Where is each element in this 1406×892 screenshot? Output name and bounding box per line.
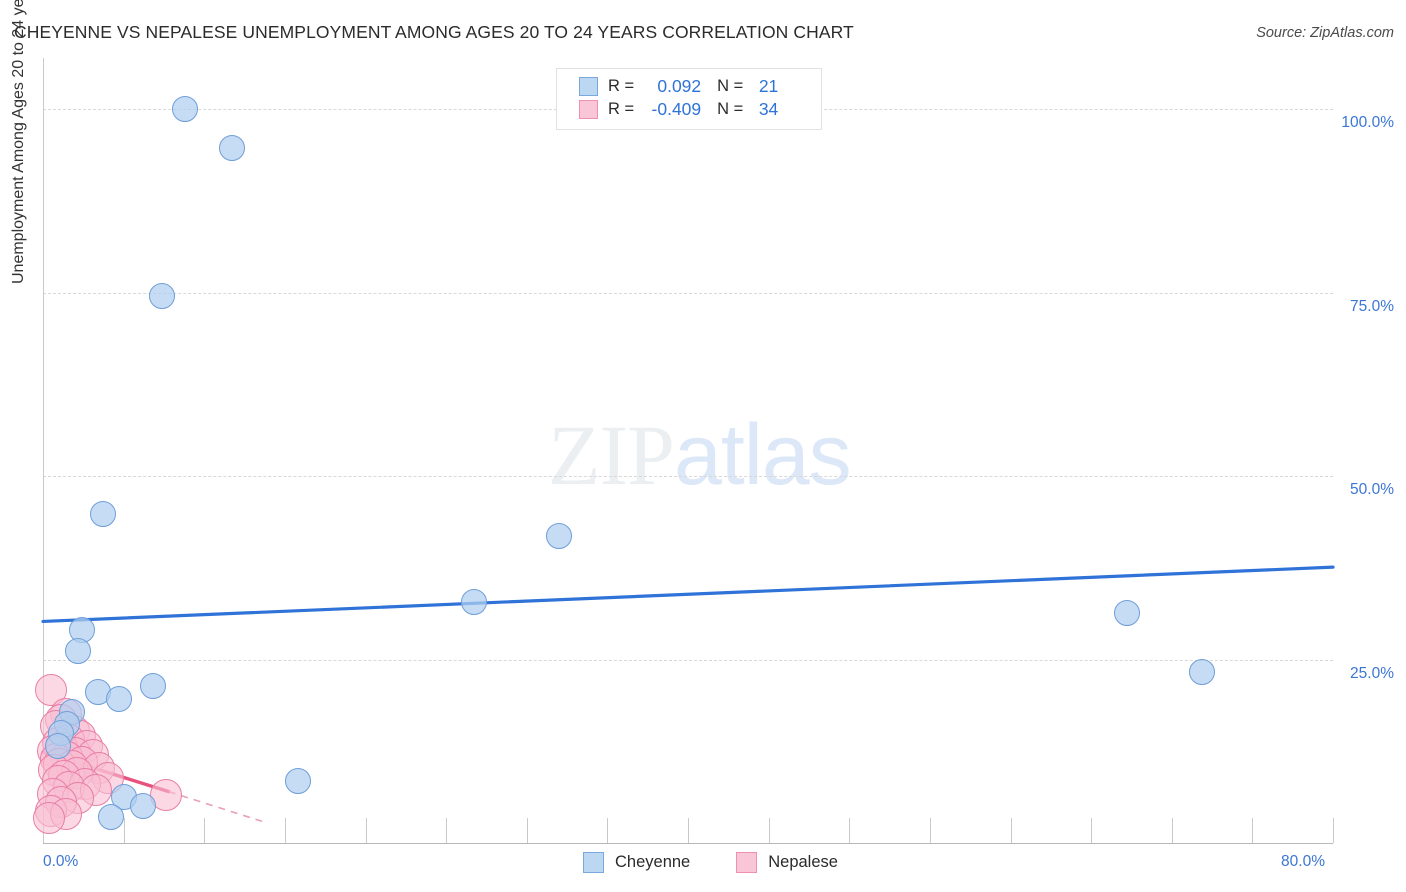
page-title: CHEYENNE VS NEPALESE UNEMPLOYMENT AMONG … [14,22,854,43]
x-axis-tick [124,818,125,843]
watermark-atlas: atlas [674,407,851,503]
stat-r-label-nepalese: R = [608,100,634,119]
legend-item-cheyenne[interactable]: Cheyenne [583,852,690,873]
x-axis-tick [446,818,447,843]
x-axis-label-max: 80.0% [1281,853,1325,871]
y-axis-tick-label: 25.0% [1350,665,1394,683]
y-axis-title: Unemployment Among Ages 20 to 24 years [10,258,28,284]
scatter-point [1114,600,1140,626]
scatter-point [130,793,156,819]
y-axis-tick-label: 75.0% [1350,298,1394,316]
scatter-point [98,804,124,830]
stat-row-nepalese: R = -0.409 N = 34 [579,97,794,121]
scatter-point [90,501,116,527]
gridline [43,293,1333,294]
scatter-point [285,768,311,794]
chart-legend: Cheyenne Nepalese [583,852,884,873]
y-axis-tick-label: 50.0% [1350,481,1394,499]
stat-r-label-cheyenne: R = [608,77,634,96]
stat-n-value-nepalese: 34 [748,99,778,120]
legend-swatch-cheyenne-icon [583,852,604,873]
gridline [43,476,1333,477]
x-axis-line [43,843,1333,844]
scatter-point [172,96,198,122]
scatter-point [461,589,487,615]
scatter-point [106,686,132,712]
trendline-nepalese-extension [169,792,266,823]
x-axis-tick [688,818,689,843]
x-axis-tick [285,818,286,843]
x-axis-tick [1333,818,1334,843]
legend-swatch-nepalese-icon [736,852,757,873]
x-axis-tick [1091,818,1092,843]
correlation-stats-box: R = 0.092 N = 21 R = -0.409 N = 34 [556,68,822,130]
x-axis-label-min: 0.0% [43,853,78,871]
legend-label-cheyenne: Cheyenne [615,853,690,872]
legend-item-nepalese[interactable]: Nepalese [736,852,838,873]
watermark-zip: ZIP [548,407,674,503]
stat-n-value-cheyenne: 21 [748,76,778,97]
scatter-point [45,733,71,759]
x-axis-tick [527,818,528,843]
y-axis-tick-label: 100.0% [1341,114,1394,132]
swatch-cheyenne-icon [579,77,598,96]
source-attribution: Source: ZipAtlas.com [1256,25,1394,41]
x-axis-tick [1172,818,1173,843]
scatter-point [546,523,572,549]
stat-n-label-cheyenne: N = [717,77,743,96]
stat-r-value-cheyenne: 0.092 [639,76,701,97]
legend-label-nepalese: Nepalese [768,853,838,872]
x-axis-tick [849,818,850,843]
zipatlas-watermark: ZIPatlas [548,405,851,505]
scatter-point [219,135,245,161]
x-axis-tick [1011,818,1012,843]
x-axis-tick [366,818,367,843]
stat-row-cheyenne: R = 0.092 N = 21 [579,74,794,98]
x-axis-tick [204,818,205,843]
x-axis-tick [607,818,608,843]
correlation-chart: CHEYENNE VS NEPALESE UNEMPLOYMENT AMONG … [0,0,1406,892]
stat-n-label-nepalese: N = [717,100,743,119]
x-axis-tick [1252,818,1253,843]
x-axis-tick [930,818,931,843]
gridline [43,660,1333,661]
scatter-point [149,283,175,309]
x-axis-tick [769,818,770,843]
scatter-point [1189,659,1215,685]
scatter-point [140,673,166,699]
swatch-nepalese-icon [579,100,598,119]
stat-r-value-nepalese: -0.409 [639,99,701,120]
